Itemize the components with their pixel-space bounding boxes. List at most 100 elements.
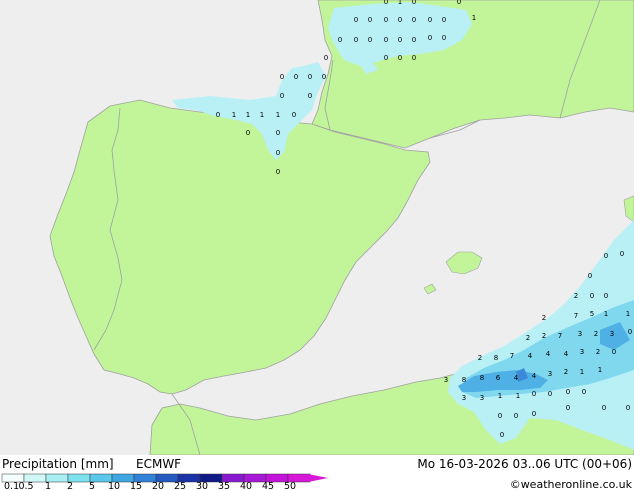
map-value: 0 bbox=[612, 348, 616, 356]
map-value: 8 bbox=[462, 376, 466, 384]
map-value: 1 bbox=[398, 0, 402, 6]
map-value: 3 bbox=[444, 376, 448, 384]
map-value: 7 bbox=[558, 332, 562, 340]
map-value: 7 bbox=[510, 352, 514, 360]
legend-bar: Precipitation [mm] ECMWF Mo 16-03-2026 0… bbox=[0, 455, 634, 490]
color-scale-label: 30 bbox=[196, 481, 208, 490]
map-value: 2 bbox=[574, 292, 578, 300]
map-value: 5 bbox=[590, 310, 594, 318]
map-value: 0 bbox=[412, 54, 416, 62]
map-value: 3 bbox=[462, 394, 466, 402]
color-scale-label: 5 bbox=[89, 481, 95, 490]
map-value: 0 bbox=[354, 36, 358, 44]
map-value: 0 bbox=[566, 404, 570, 412]
color-scale-label: 40 bbox=[240, 481, 252, 490]
map-value: 1 bbox=[516, 392, 520, 400]
map-value: 0 bbox=[582, 388, 586, 396]
map-value: 0 bbox=[216, 111, 220, 119]
map-value: 0 bbox=[548, 390, 552, 398]
map-value: 3 bbox=[610, 330, 614, 338]
legend-title: Precipitation [mm] bbox=[2, 457, 114, 471]
map-value: 1 bbox=[260, 111, 264, 119]
map-value: 0 bbox=[280, 92, 284, 100]
map-value: 0 bbox=[532, 410, 536, 418]
map-value: 7 bbox=[574, 312, 578, 320]
map-value: 0 bbox=[276, 149, 280, 157]
map-value: 0 bbox=[428, 34, 432, 42]
credit-text: ©weatheronline.co.uk bbox=[510, 478, 633, 490]
map-value: 4 bbox=[532, 372, 537, 380]
color-scale-label: 20 bbox=[152, 481, 164, 490]
map-value: 0 bbox=[276, 168, 280, 176]
map-value: 2 bbox=[596, 348, 600, 356]
map-value: 0 bbox=[276, 129, 280, 137]
color-scale-label: 1 bbox=[45, 481, 51, 490]
color-scale-label: 0.5 bbox=[18, 481, 33, 490]
color-scale-label: 15 bbox=[130, 481, 142, 490]
map-value: 2 bbox=[564, 368, 568, 376]
map-value: 1 bbox=[498, 392, 502, 400]
legend-model: ECMWF bbox=[136, 457, 181, 471]
map-value: 3 bbox=[480, 394, 484, 402]
map-value: 0 bbox=[398, 54, 402, 62]
map-value: 0 bbox=[604, 292, 608, 300]
map-value: 4 bbox=[564, 350, 569, 358]
map-value: 0 bbox=[308, 73, 312, 81]
map-value: 0 bbox=[384, 0, 388, 6]
precipitation-map: 0 1 0 0 0 0 0 0 0 0 0 1 0 0 0 0 0 0 0 0 … bbox=[0, 0, 634, 455]
color-scale-arrow bbox=[308, 474, 328, 482]
map-value: 3 bbox=[580, 348, 584, 356]
map-value: 0 bbox=[498, 412, 502, 420]
color-scale-label: 35 bbox=[218, 481, 230, 490]
map-value: 6 bbox=[496, 374, 501, 382]
map-value: 0 bbox=[324, 54, 328, 62]
color-scale-label: 10 bbox=[108, 481, 120, 490]
map-value: 0 bbox=[590, 292, 594, 300]
map-value: 0 bbox=[368, 36, 372, 44]
color-scale-label: 45 bbox=[262, 481, 274, 490]
map-value: 0 bbox=[368, 16, 372, 24]
map-value: 0 bbox=[442, 34, 446, 42]
map-value: 0 bbox=[588, 272, 592, 280]
map-value: 0 bbox=[294, 73, 298, 81]
map-value: 4 bbox=[514, 374, 519, 382]
map-value: 0 bbox=[514, 412, 518, 420]
map-value: 1 bbox=[604, 310, 608, 318]
map-value: 2 bbox=[478, 354, 482, 362]
map-value: 0 bbox=[384, 16, 388, 24]
map-value: 0 bbox=[604, 252, 608, 260]
map-value: 0 bbox=[338, 36, 342, 44]
map-value: 0 bbox=[280, 73, 284, 81]
map-value: 1 bbox=[232, 111, 236, 119]
color-scale-label: 25 bbox=[174, 481, 186, 490]
map-value: 0 bbox=[354, 16, 358, 24]
map-value: 0 bbox=[398, 16, 402, 24]
map-value: 1 bbox=[626, 310, 630, 318]
map-value: 4 bbox=[546, 350, 551, 358]
map-value: 2 bbox=[526, 334, 530, 342]
color-scale-label: 2 bbox=[67, 481, 73, 490]
map-value: 2 bbox=[594, 330, 598, 338]
map-value: 0 bbox=[412, 0, 416, 6]
map-value: 0 bbox=[412, 16, 416, 24]
legend-valid-time: Mo 16-03-2026 03..06 UTC (00+06) bbox=[417, 457, 632, 471]
map-value: 2 bbox=[542, 332, 546, 340]
map-value: 8 bbox=[494, 354, 498, 362]
color-scale-label: 50 bbox=[284, 481, 296, 490]
map-value: 0 bbox=[384, 36, 388, 44]
map-value: 1 bbox=[472, 14, 476, 22]
map-value: 1 bbox=[276, 111, 280, 119]
map-value: 0 bbox=[246, 129, 250, 137]
map-value: 0 bbox=[308, 92, 312, 100]
map-value: 8 bbox=[480, 374, 484, 382]
map-value: 0 bbox=[628, 328, 632, 336]
color-scale-label: 0.1 bbox=[4, 481, 19, 490]
map-value: 0 bbox=[500, 431, 504, 439]
map-value: 0 bbox=[457, 0, 461, 6]
map-value: 0 bbox=[384, 54, 388, 62]
color-scale-labels: 0.1 0.5 1 2 5 10 15 20 25 30 35 40 45 50 bbox=[4, 481, 296, 490]
map-value: 0 bbox=[442, 16, 446, 24]
map-value: 0 bbox=[626, 404, 630, 412]
map-value: 0 bbox=[412, 36, 416, 44]
map-value: 0 bbox=[398, 36, 402, 44]
